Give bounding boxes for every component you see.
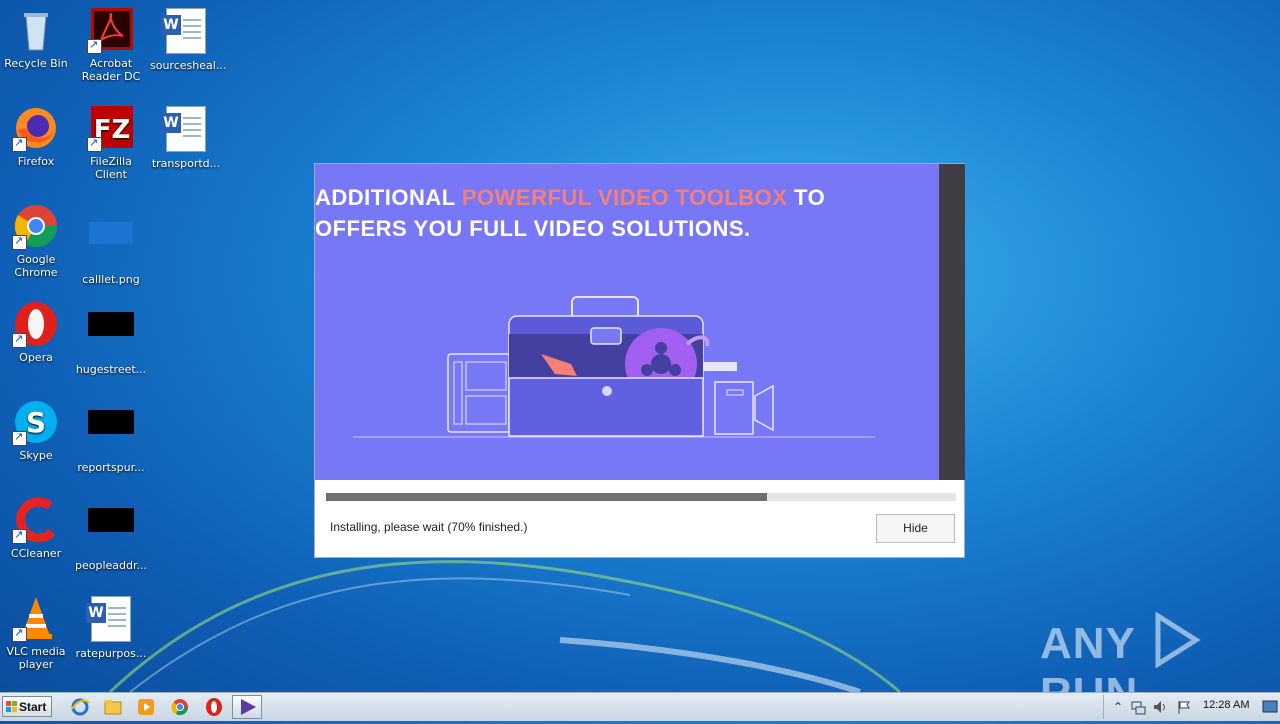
filezilla-icon: FZ [87, 104, 135, 152]
icon-label: VLC media player [6, 645, 66, 671]
install-progress-bar [326, 493, 956, 501]
shortcut-arrow-icon [12, 528, 27, 544]
desktop-icon-peopleaddr[interactable]: peopleaddr... [75, 496, 147, 572]
icon-label: Recycle Bin [4, 57, 68, 70]
desktop-icon-acrobat[interactable]: Acrobat Reader DC [75, 6, 147, 83]
explorer-folder-icon[interactable] [103, 697, 123, 717]
icon-label: reportspur... [77, 461, 145, 474]
toolbox-illustration [353, 296, 875, 438]
show-desktop-icon[interactable] [1262, 699, 1278, 715]
desktop-icon-skype[interactable]: S Skype [0, 398, 72, 462]
firefox-icon [12, 104, 60, 152]
word-document-icon: W [86, 596, 135, 644]
acrobat-icon [87, 6, 135, 54]
action-center-flag-icon[interactable] [1176, 699, 1192, 715]
taskbar-installer-button[interactable] [232, 695, 262, 719]
system-tray: ⌃ [1103, 695, 1280, 719]
shortcut-arrow-icon [12, 136, 27, 152]
icon-label: Skype [19, 449, 53, 462]
icon-label: hugestreet... [75, 363, 147, 376]
installer-app-icon [241, 699, 256, 715]
windows-logo-icon [6, 701, 17, 712]
desktop-icon-chrome[interactable]: Google Chrome [0, 202, 72, 279]
shortcut-arrow-icon [12, 430, 27, 446]
banner-scrollbar[interactable] [939, 164, 965, 480]
image-file-icon [87, 222, 135, 270]
opera-icon[interactable] [204, 697, 224, 717]
desktop-icon-ccleaner[interactable]: CCleaner [0, 496, 72, 560]
network-icon[interactable] [1130, 699, 1146, 715]
installer-window: ADDITIONAL POWERFUL VIDEO TOOLBOX TO OFF… [314, 163, 965, 558]
start-button[interactable]: Start [2, 696, 52, 717]
installer-banner: ADDITIONAL POWERFUL VIDEO TOOLBOX TO OFF… [315, 164, 939, 480]
ie-icon[interactable] [70, 697, 90, 717]
progress-fill [326, 493, 767, 501]
black-file-icon [87, 312, 135, 360]
icon-label: Firefox [17, 155, 55, 168]
recycle-bin-icon [12, 6, 60, 54]
shortcut-arrow-icon [12, 332, 27, 348]
shortcut-arrow-icon [12, 626, 27, 642]
shortcut-arrow-icon [12, 234, 27, 250]
chrome-icon [12, 202, 60, 250]
ccleaner-icon [12, 496, 60, 544]
desktop-icon-transportd[interactable]: W transportd... [150, 104, 222, 170]
desktop-icon-ratepurpos[interactable]: W ratepurpos... [75, 594, 147, 660]
icon-label: FileZilla Client [90, 155, 132, 181]
desktop-icon-reportspur[interactable]: reportspur... [75, 398, 147, 474]
clock[interactable]: 12:28 AM [1203, 699, 1249, 711]
watermark-play-icon [1155, 611, 1202, 669]
word-document-icon: W [161, 8, 210, 56]
desktop-icon-sourcesheal[interactable]: W sourcesheal... [150, 6, 227, 72]
word-document-icon: W [161, 106, 210, 154]
media-player-icon[interactable] [136, 697, 156, 717]
desktop-icon-vlc[interactable]: VLC media player [0, 594, 72, 671]
opera-icon [12, 300, 60, 348]
install-status-text: Installing, please wait (70% finished.) [330, 520, 528, 534]
taskbar: Start ⌃ 12:28 AM [0, 692, 1280, 721]
desktop-icon-firefox[interactable]: Firefox [0, 104, 72, 168]
desktop-icon-hugestreet[interactable]: hugestreet... [75, 300, 147, 376]
start-label: Start [19, 700, 47, 714]
icon-label: Google Chrome [14, 253, 58, 279]
icon-label: Acrobat Reader DC [81, 57, 141, 83]
icon-label: ratepurpos... [75, 647, 147, 660]
icon-label: calllet.png [82, 273, 140, 286]
icon-label: Opera [19, 351, 53, 364]
desktop-icon-calllet-png[interactable]: calllet.png [75, 202, 147, 286]
desktop-icon-recycle-bin[interactable]: Recycle Bin [0, 6, 72, 70]
icon-label: transportd... [151, 157, 221, 170]
shortcut-arrow-icon [87, 38, 102, 54]
black-file-icon [87, 508, 135, 556]
icon-label: CCleaner [10, 547, 62, 560]
hide-button[interactable]: Hide [876, 514, 955, 543]
watermark-left: ANY [1040, 619, 1136, 668]
show-hidden-icons[interactable]: ⌃ [1110, 699, 1126, 715]
desktop-icon-opera[interactable]: Opera [0, 300, 72, 364]
icon-label: peopleaddr... [75, 559, 147, 572]
svg-text:S: S [26, 406, 46, 439]
vlc-cone-icon [12, 594, 60, 642]
icon-label: sourcesheal... [150, 59, 227, 72]
chrome-icon[interactable] [170, 697, 190, 717]
desktop-icon-filezilla[interactable]: FZ FileZilla Client [75, 104, 147, 181]
black-file-icon [87, 410, 135, 458]
volume-icon[interactable] [1152, 699, 1168, 715]
skype-icon: S [12, 398, 60, 446]
shortcut-arrow-icon [87, 136, 102, 152]
